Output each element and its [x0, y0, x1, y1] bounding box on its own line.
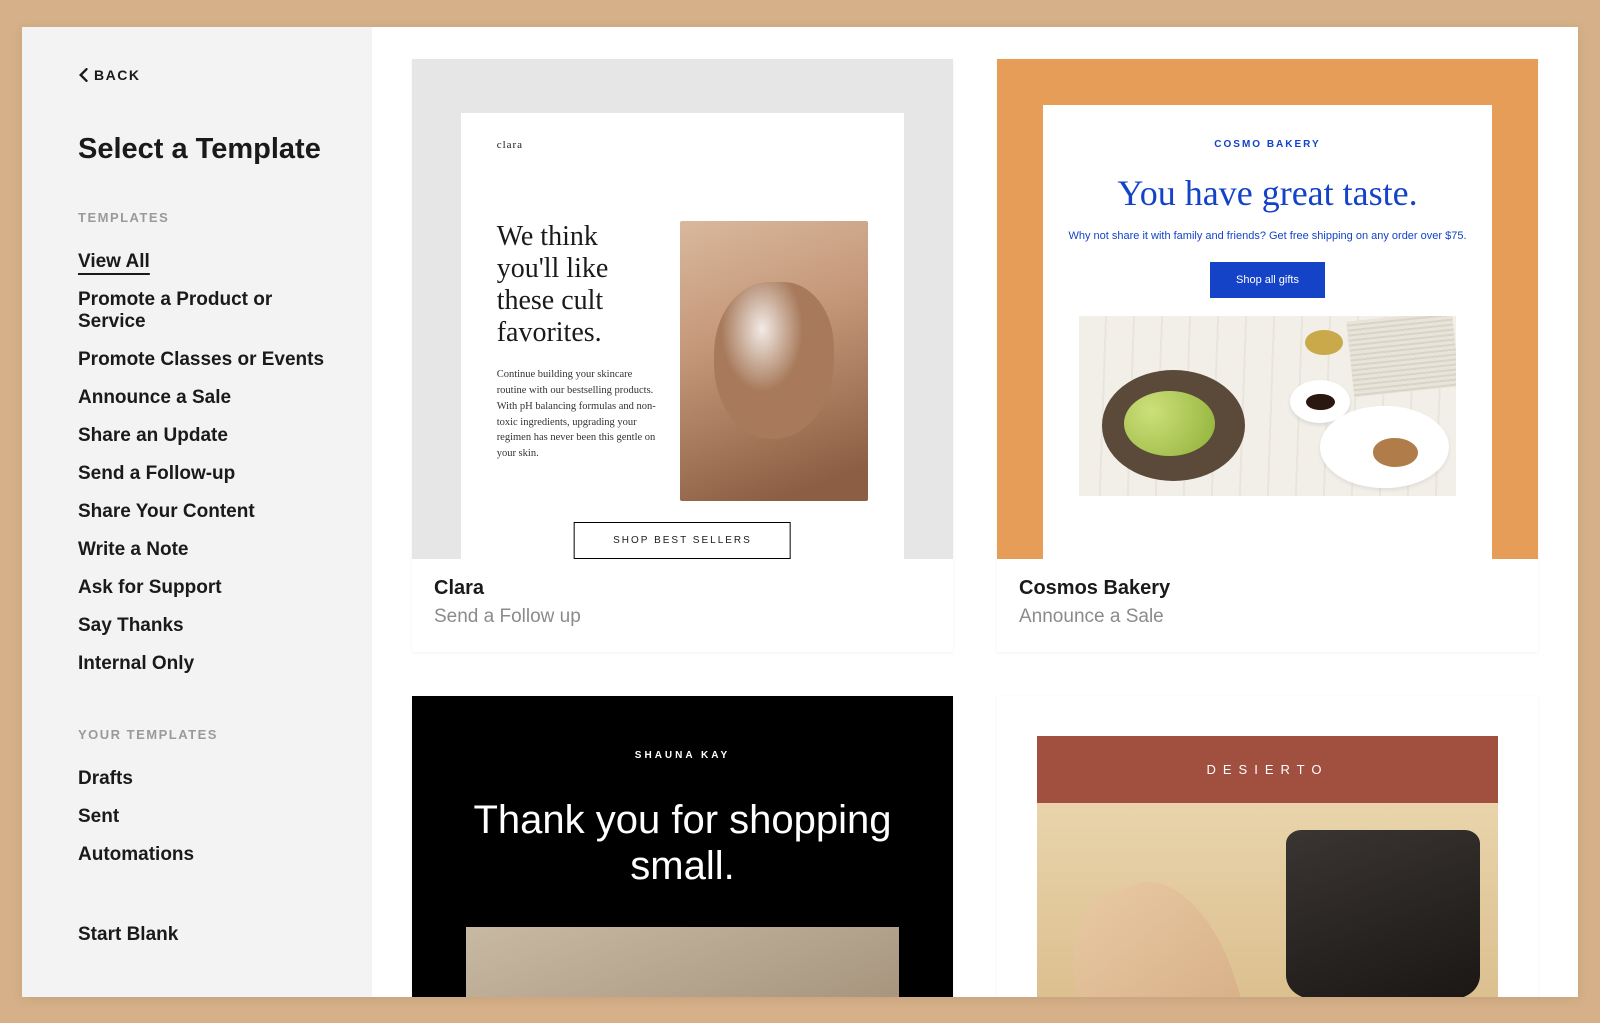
preview-headline: You have great taste.: [1117, 172, 1417, 214]
your-templates-nav: Drafts Sent Automations: [78, 760, 326, 874]
template-card-desierto[interactable]: DESIERTO: [997, 696, 1538, 997]
nav-view-all[interactable]: View All: [78, 243, 326, 281]
card-subtitle: Announce a Sale: [1019, 606, 1516, 628]
template-thumb: SHAUNA KAY Thank you for shopping small.: [412, 696, 953, 997]
card-title: Cosmos Bakery: [1019, 577, 1516, 600]
chevron-left-icon: [78, 68, 88, 82]
preview-brand: DESIERTO: [1037, 736, 1498, 803]
sidebar: BACK Select a Template TEMPLATES View Al…: [22, 27, 372, 997]
template-thumb: clara We think you'll like these cult fa…: [412, 59, 953, 559]
preview-brand: clara: [497, 139, 869, 151]
preview-headline: Thank you for shopping small.: [466, 797, 899, 889]
preview-brand: COSMO BAKERY: [1214, 139, 1320, 150]
nav-say-thanks[interactable]: Say Thanks: [78, 607, 326, 645]
template-thumb: COSMO BAKERY You have great taste. Why n…: [997, 59, 1538, 559]
templates-nav: View All Promote a Product or Service Pr…: [78, 243, 326, 683]
preview-brand: SHAUNA KAY: [635, 750, 730, 761]
back-button[interactable]: BACK: [78, 67, 140, 83]
preview-cta: SHOP BEST SELLERS: [574, 522, 791, 559]
page-title: Select a Template: [78, 133, 326, 166]
preview-cta: Shop all gifts: [1210, 262, 1325, 298]
nav-promote-product[interactable]: Promote a Product or Service: [78, 281, 326, 341]
back-label: BACK: [94, 67, 140, 83]
nav-drafts[interactable]: Drafts: [78, 760, 326, 798]
card-meta: Cosmos Bakery Announce a Sale: [997, 559, 1538, 652]
template-gallery: clara We think you'll like these cult fa…: [372, 27, 1578, 997]
nav-share-content[interactable]: Share Your Content: [78, 493, 326, 531]
nav-announce-sale[interactable]: Announce a Sale: [78, 379, 326, 417]
template-card-shauna[interactable]: SHAUNA KAY Thank you for shopping small.: [412, 696, 953, 997]
nav-promote-classes[interactable]: Promote Classes or Events: [78, 341, 326, 379]
preview-headline: We think you'll like these cult favorite…: [497, 221, 656, 350]
nav-automations[interactable]: Automations: [78, 836, 326, 874]
preview-image: [466, 927, 899, 997]
template-card-cosmos[interactable]: COSMO BAKERY You have great taste. Why n…: [997, 59, 1538, 652]
nav-write-note[interactable]: Write a Note: [78, 531, 326, 569]
preview-body: Continue building your skincare routine …: [497, 367, 656, 462]
preview-image: [1079, 316, 1456, 496]
nav-ask-support[interactable]: Ask for Support: [78, 569, 326, 607]
template-card-clara[interactable]: clara We think you'll like these cult fa…: [412, 59, 953, 652]
card-title: Clara: [434, 577, 931, 600]
nav-share-update[interactable]: Share an Update: [78, 417, 326, 455]
nav-internal-only[interactable]: Internal Only: [78, 645, 326, 683]
nav-sent[interactable]: Sent: [78, 798, 326, 836]
card-subtitle: Send a Follow up: [434, 606, 931, 628]
start-blank-button[interactable]: Start Blank: [78, 924, 326, 946]
template-grid: clara We think you'll like these cult fa…: [412, 59, 1538, 997]
templates-section-label: TEMPLATES: [78, 210, 326, 225]
card-meta: Clara Send a Follow up: [412, 559, 953, 652]
your-templates-section-label: YOUR TEMPLATES: [78, 727, 326, 742]
preview-sub: Why not share it with family and friends…: [1068, 230, 1466, 242]
app-frame: BACK Select a Template TEMPLATES View Al…: [22, 27, 1578, 997]
preview-image: [1037, 803, 1498, 997]
template-thumb: DESIERTO: [997, 696, 1538, 997]
nav-send-followup[interactable]: Send a Follow-up: [78, 455, 326, 493]
preview-image: [680, 221, 868, 501]
